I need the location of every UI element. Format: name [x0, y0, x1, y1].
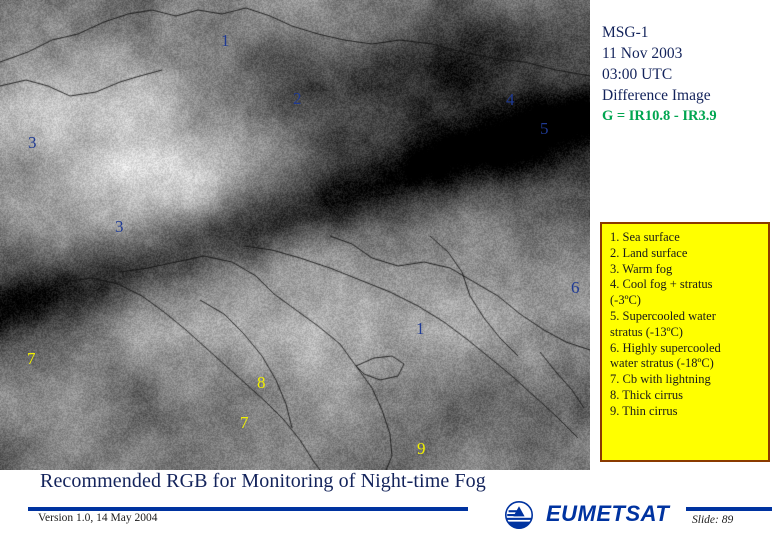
legend-item: 8. Thick cirrus — [610, 387, 684, 402]
legend-item: 3. Warm fog — [610, 261, 673, 276]
eumetsat-logo: EUMETSAT — [500, 498, 670, 532]
eumetsat-wordmark: EUMETSAT — [546, 501, 670, 526]
slide-footer: Version 1.0, 14 May 2004 Slide: 89 EUMET… — [0, 498, 780, 540]
header-line-channel-formula: G = IR10.8 - IR3.9 — [602, 108, 717, 124]
footer-rule-right — [686, 507, 772, 511]
legend-item: 2. Land surface — [610, 245, 688, 260]
header-line-satellite: MSG-1 — [602, 24, 649, 41]
legend-item: 9. Thin cirrus — [610, 403, 678, 418]
satellite-image-panel: 124533617879 — [0, 0, 590, 470]
slide-caption: Recommended RGB for Monitoring of Night-… — [40, 470, 486, 492]
legend-item: water stratus (-18ºC) — [610, 356, 714, 371]
header-line-product: Difference Image — [602, 87, 711, 104]
legend-item: 4. Cool fog + stratus — [610, 277, 713, 292]
image-metadata-header: MSG-1 11 Nov 2003 03:00 UTC Difference I… — [602, 22, 778, 127]
feature-legend-box: 1. Sea surface 2. Land surface 3. Warm fog… — [600, 222, 770, 462]
legend-item: 5. Supercooled water — [610, 308, 716, 323]
satellite-image — [0, 0, 590, 470]
legend-item: stratus (-13ºC) — [610, 324, 683, 339]
version-text: Version 1.0, 14 May 2004 — [38, 512, 158, 524]
footer-rule-left — [28, 507, 468, 511]
legend-item: 6. Highly supercooled — [610, 340, 721, 355]
eumetsat-emblem-icon — [505, 501, 533, 529]
header-line-time: 03:00 UTC — [602, 66, 673, 83]
header-line-date: 11 Nov 2003 — [602, 45, 683, 62]
slide-number: Slide: 89 — [692, 514, 734, 526]
legend-item: 1. Sea surface — [610, 230, 680, 244]
legend-item: (-3ºC) — [610, 293, 641, 308]
legend-item: 7. Cb with lightning — [610, 372, 711, 387]
